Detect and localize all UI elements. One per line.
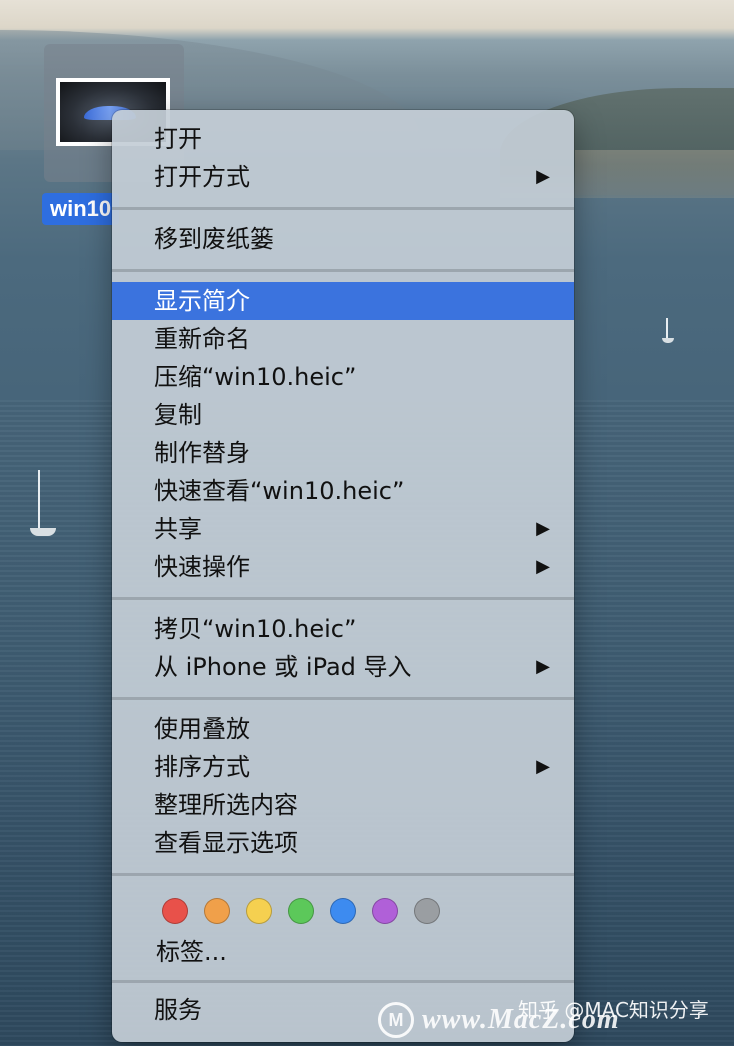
watermark-logo: M xyxy=(378,1002,414,1038)
menu-separator xyxy=(112,697,574,700)
watermark-zh: 知乎 @MAC知识分享 xyxy=(518,998,709,1022)
menu-item[interactable]: 重新命名 xyxy=(112,320,574,358)
menu-item-label: 快速查看“win10.heic” xyxy=(154,477,405,505)
tag-color-row xyxy=(112,886,574,928)
menu-item[interactable]: 打开 xyxy=(112,120,574,158)
submenu-arrow-icon: ▶ xyxy=(536,756,550,777)
menu-separator xyxy=(112,873,574,876)
menu-item[interactable]: 快速查看“win10.heic” xyxy=(112,472,574,510)
menu-item-label: 从 iPhone 或 iPad 导入 xyxy=(154,653,412,681)
menu-item-label: 制作替身 xyxy=(154,439,250,467)
tag-color-dot[interactable] xyxy=(372,898,398,924)
menu-item[interactable]: 使用叠放 xyxy=(112,710,574,748)
menu-item[interactable]: 快速操作 ▶ xyxy=(112,548,574,586)
menu-item-label: 快速操作 xyxy=(154,553,250,581)
menu-item-label: 整理所选内容 xyxy=(154,791,298,819)
watermark: M www.MacZ.com 知乎 @MAC知识分享 xyxy=(378,998,734,1042)
menu-item[interactable]: 查看显示选项 xyxy=(112,824,574,862)
menu-item[interactable]: 共享 ▶ xyxy=(112,510,574,548)
context-menu: 打开打开方式 ▶ 移到废纸篓显示简介重新命名压缩“win10.heic” 复制制作替身… xyxy=(112,110,574,1042)
menu-item[interactable]: 移到废纸篓 xyxy=(112,220,574,258)
menu-item-label: 共享 xyxy=(154,515,202,543)
wallpaper-shore xyxy=(575,150,734,195)
menu-item[interactable]: 排序方式 ▶ xyxy=(112,748,574,786)
menu-item-label: 重新命名 xyxy=(154,325,250,353)
menu-separator xyxy=(112,269,574,272)
menu-item[interactable]: 复制 xyxy=(112,396,574,434)
menu-item-label: 使用叠放 xyxy=(154,715,250,743)
menu-item-label: 显示简介 xyxy=(154,287,250,315)
menu-item-tags[interactable]: 标签... xyxy=(112,928,574,976)
menu-separator xyxy=(112,980,574,983)
submenu-arrow-icon: ▶ xyxy=(536,556,550,577)
tag-color-dot[interactable] xyxy=(204,898,230,924)
menu-item-label: 查看显示选项 xyxy=(154,829,298,857)
menu-item[interactable]: 整理所选内容 xyxy=(112,786,574,824)
tag-color-dot[interactable] xyxy=(330,898,356,924)
menu-item-label: 打开方式 xyxy=(154,163,250,191)
submenu-arrow-icon: ▶ xyxy=(536,166,550,187)
menu-item[interactable]: 打开方式 ▶ xyxy=(112,158,574,196)
submenu-arrow-icon: ▶ xyxy=(536,656,550,677)
tag-color-dot[interactable] xyxy=(162,898,188,924)
tag-color-dot[interactable] xyxy=(414,898,440,924)
menu-item[interactable]: 拷贝“win10.heic” xyxy=(112,610,574,648)
tag-color-dot[interactable] xyxy=(246,898,272,924)
menu-separator xyxy=(112,597,574,600)
menu-item[interactable]: 从 iPhone 或 iPad 导入 ▶ xyxy=(112,648,574,686)
menu-item-label: 压缩“win10.heic” xyxy=(154,363,357,391)
desktop-file-label[interactable]: win10 xyxy=(42,193,120,225)
menu-item-label: 打开 xyxy=(154,125,202,153)
menu-item[interactable]: 制作替身 xyxy=(112,434,574,472)
tag-color-dot[interactable] xyxy=(288,898,314,924)
menu-item-label: 移到废纸篓 xyxy=(154,225,274,253)
menu-item[interactable]: 显示简介 xyxy=(112,282,574,320)
submenu-arrow-icon: ▶ xyxy=(536,518,550,539)
menu-item-label: 排序方式 xyxy=(154,753,250,781)
menu-item-label: 复制 xyxy=(154,401,202,429)
menu-item[interactable]: 压缩“win10.heic” xyxy=(112,358,574,396)
menu-item-label: 拷贝“win10.heic” xyxy=(154,615,357,643)
menu-separator xyxy=(112,207,574,210)
